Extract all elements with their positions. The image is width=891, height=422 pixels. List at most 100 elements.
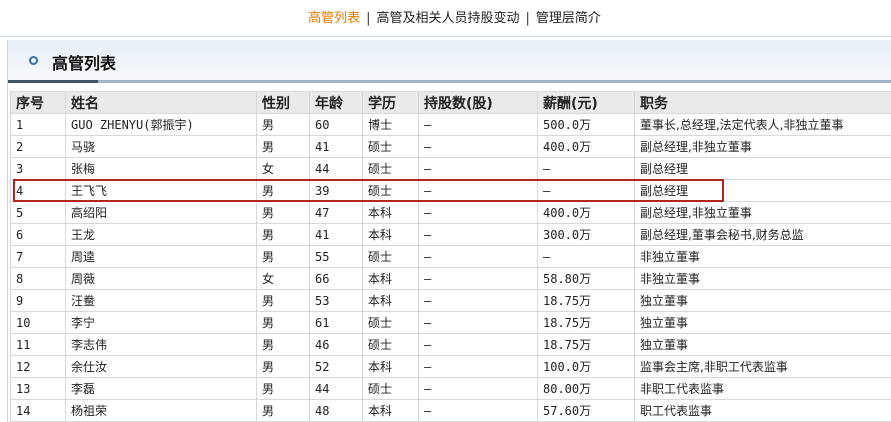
cell-name: GUO ZHENYU(郭振宇) [65,113,257,136]
table-row: 13 李磊男 44 硕士 —80.00万 非职工代表监事 [10,377,891,400]
cell-index: 13 [10,377,66,400]
executive-table: 序号 姓名 性别 年龄 学历 持股数(股) 薪酬(元) 职务 1 GUO ZHENYU(郭振宇)… [10,91,891,422]
cell-salary: — [537,245,635,268]
cell-age: 47 [309,201,363,224]
cell-gender: 男 [256,311,310,334]
cell-salary: 58.80万 [537,267,635,290]
cell-age: 53 [309,289,363,312]
cell-gender: 男 [256,377,310,400]
header-col-shares: 持股数(股) [418,91,538,114]
cell-position: 独立董事 [634,333,891,356]
nav-executive-list[interactable]: 高管列表 [308,11,360,26]
table-row: 4 王飞飞男 39 硕士 — — 副总经理 [10,179,891,202]
cell-gender: 男 [256,245,310,268]
cell-education: 本科 [362,201,419,224]
cell-position: 职工代表监事 [634,399,891,422]
cell-position: 副总经理,非独立董事 [634,201,891,224]
cell-index: 10 [10,311,66,334]
cell-shares: — [418,311,538,334]
table-row: 11 李志伟男 46 硕士 —18.75万 独立董事 [10,333,891,356]
cell-index: 7 [10,245,66,268]
cell-name: 张梅 [65,157,257,180]
table-row: 7 周逵男 55 硕士 — — 非独立董事 [10,245,891,268]
cell-name: 余仕汝 [65,355,257,378]
cell-name: 马骁 [65,135,257,158]
cell-age: 60 [309,113,363,136]
cell-education: 硕士 [362,245,419,268]
cell-name: 李磊 [65,377,257,400]
cell-salary: 500.0万 [537,113,635,136]
cell-index: 11 [10,333,66,356]
nav-separator: | [366,11,371,26]
cell-index: 5 [10,201,66,224]
table-row: 10 李宁男 61 硕士 —18.75万 独立董事 [10,311,891,334]
cell-position: 副总经理,非独立董事 [634,135,891,158]
cell-gender: 男 [256,135,310,158]
nav-management-profile[interactable]: 管理层简介 [536,11,601,26]
cell-shares: — [418,267,538,290]
cell-age: 61 [309,311,363,334]
section-underline [8,80,891,83]
cell-index: 2 [10,135,66,158]
table-row: 14 杨祖荣男 48 本科 —57.60万 职工代表监事 [10,399,891,422]
top-nav: 高管列表 | 高管及相关人员持股变动 | 管理层简介 [0,0,891,37]
cell-salary: — [537,157,635,180]
cell-age: 41 [309,223,363,246]
cell-education: 本科 [362,289,419,312]
cell-gender: 男 [256,355,310,378]
cell-position: 独立董事 [634,311,891,334]
cell-salary: 400.0万 [537,201,635,224]
cell-name: 王飞飞 [65,179,257,202]
nav-shareholding-changes[interactable]: 高管及相关人员持股变动 [376,11,519,26]
cell-index: 1 [10,113,66,136]
cell-shares: — [418,201,538,224]
cell-position: 非独立董事 [634,267,891,290]
cell-position: 副总经理,董事会秘书,财务总监 [634,223,891,246]
cell-shares: — [418,289,538,312]
cell-gender: 男 [256,113,310,136]
table-row: 1 GUO ZHENYU(郭振宇) 男 60 博士 —500.0万 董事长,总经理,法定代表… [10,113,891,136]
cell-gender: 男 [256,223,310,246]
cell-name: 李宁 [65,311,257,334]
cell-age: 41 [309,135,363,158]
cell-education: 本科 [362,267,419,290]
header-col-gender: 性别 [256,91,310,114]
cell-salary: 300.0万 [537,223,635,246]
executive-list-panel: 高管列表 序号 姓名 性别 年龄 学历 持股数(股) 薪酬(元) 职务 1 GUO ZHENYU… [7,40,891,422]
cell-salary: 400.0万 [537,135,635,158]
cell-name: 高绍阳 [65,201,257,224]
cell-age: 39 [309,179,363,202]
table-row: 2 马骁男 41 硕士 —400.0万 副总经理,非独立董事 [10,135,891,158]
cell-education: 硕士 [362,333,419,356]
cell-shares: — [418,113,538,136]
cell-shares: — [418,333,538,356]
cell-gender: 男 [256,333,310,356]
cell-salary: — [537,179,635,202]
nav-separator: | [525,11,530,26]
cell-position: 副总经理 [634,179,891,202]
cell-position: 独立董事 [634,289,891,312]
cell-education: 博士 [362,113,419,136]
cell-shares: — [418,135,538,158]
cell-age: 48 [309,399,363,422]
cell-gender: 女 [256,157,310,180]
cell-salary: 80.00万 [537,377,635,400]
cell-age: 66 [309,267,363,290]
cell-position: 非职工代表监事 [634,377,891,400]
section-header: 高管列表 [8,40,891,80]
cell-education: 硕士 [362,377,419,400]
cell-position: 副总经理 [634,157,891,180]
cell-salary: 57.60万 [537,399,635,422]
cell-gender: 男 [256,399,310,422]
cell-index: 4 [10,179,66,202]
table-row: 3 张梅女 44 硕士 — — 副总经理 [10,157,891,180]
cell-education: 硕士 [362,311,419,334]
cell-name: 周逵 [65,245,257,268]
header-col-name: 姓名 [65,91,257,114]
cell-position: 监事会主席,非职工代表监事 [634,355,891,378]
cell-salary: 18.75万 [537,289,635,312]
cell-position: 非独立董事 [634,245,891,268]
cell-age: 46 [309,333,363,356]
cell-name: 李志伟 [65,333,257,356]
cell-name: 周薇 [65,267,257,290]
